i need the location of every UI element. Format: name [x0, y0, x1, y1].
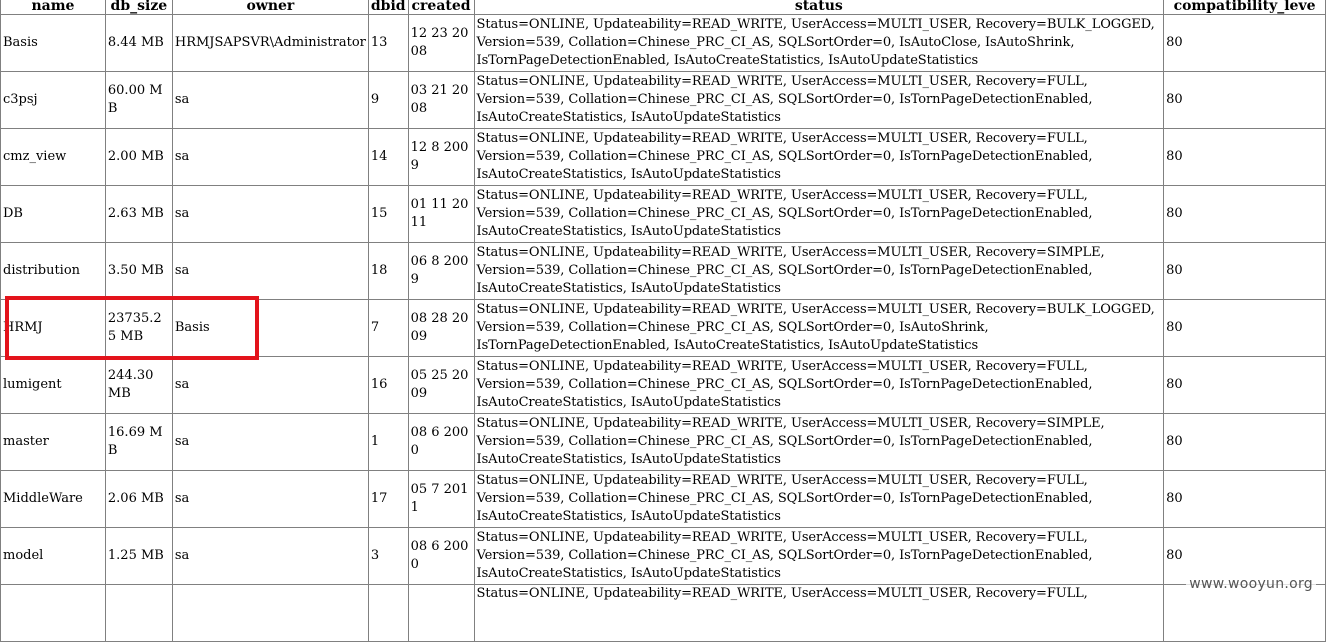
table-row: distribution 3.50 MB sa 18 06 8 2009 Sta… — [0, 242, 1326, 300]
table-row: master 16.69 MB sa 1 08 6 2000 Status=ON… — [0, 413, 1326, 471]
column-header-status: status — [473, 0, 1165, 15]
cell-owner: sa — [171, 242, 369, 300]
cell-status: Status=ONLINE, Updateability=READ_WRITE,… — [473, 527, 1165, 585]
cell-compatibility-level: 80 — [1163, 413, 1326, 471]
table-row: c3psj 60.00 MB sa 9 03 21 2008 Status=ON… — [0, 71, 1326, 129]
cell-created: 03 21 2008 — [407, 71, 475, 129]
column-header-created: created — [407, 0, 475, 15]
cell-status: Status=ONLINE, Updateability=READ_WRITE,… — [473, 71, 1165, 129]
table-row-highlighted: HRMJ 23735.25 MB Basis 7 08 28 2009 Stat… — [0, 299, 1326, 357]
cell-compatibility-level: 80 — [1163, 128, 1326, 186]
cell-name: master — [0, 413, 106, 471]
cell-status: Status=ONLINE, Updateability=READ_WRITE,… — [473, 242, 1165, 300]
cell-status: Status=ONLINE, Updateability=READ_WRITE,… — [473, 299, 1165, 357]
cell-created: 05 7 2011 — [407, 470, 475, 528]
cell-dbid: 3 — [367, 527, 409, 585]
cell-owner: sa — [171, 413, 369, 471]
cell-db-size: 1.25 MB — [104, 527, 173, 585]
cell-name: model — [0, 527, 106, 585]
cell-db-size — [104, 584, 173, 642]
cell-compatibility-level: 80 — [1163, 470, 1326, 528]
cell-name: Basis — [0, 14, 106, 72]
cell-compatibility-level: 80 — [1163, 185, 1326, 243]
cell-owner: sa — [171, 356, 369, 414]
cell-dbid: 17 — [367, 470, 409, 528]
cell-created: 08 6 2000 — [407, 527, 475, 585]
cell-owner: sa — [171, 185, 369, 243]
header-row: name db_size owner dbid created status c… — [0, 0, 1326, 15]
cell-created: 06 8 2009 — [407, 242, 475, 300]
cell-name: DB — [0, 185, 106, 243]
cell-owner: sa — [171, 527, 369, 585]
cell-dbid — [367, 584, 409, 642]
cell-db-size: 16.69 MB — [104, 413, 173, 471]
cell-owner: sa — [171, 128, 369, 186]
cell-name: HRMJ — [0, 299, 106, 357]
cell-name: distribution — [0, 242, 106, 300]
table-row: model 1.25 MB sa 3 08 6 2000 Status=ONLI… — [0, 527, 1326, 585]
cell-dbid: 1 — [367, 413, 409, 471]
cell-dbid: 13 — [367, 14, 409, 72]
table-row: MiddleWare 2.06 MB sa 17 05 7 2011 Statu… — [0, 470, 1326, 528]
cell-status: Status=ONLINE, Updateability=READ_WRITE,… — [473, 185, 1165, 243]
cell-db-size: 2.63 MB — [104, 185, 173, 243]
cell-created: 12 8 2009 — [407, 128, 475, 186]
column-header-dbid: dbid — [367, 0, 409, 15]
column-header-compatibility-level: compatibility_leve — [1163, 0, 1326, 15]
cell-dbid: 18 — [367, 242, 409, 300]
table-row: lumigent 244.30 MB sa 16 05 25 2009 Stat… — [0, 356, 1326, 414]
cell-created: 01 11 2011 — [407, 185, 475, 243]
cell-db-size: 244.30 MB — [104, 356, 173, 414]
cell-db-size: 3.50 MB — [104, 242, 173, 300]
cell-created: 08 28 2009 — [407, 299, 475, 357]
column-header-owner: owner — [171, 0, 369, 15]
cell-created: 05 25 2009 — [407, 356, 475, 414]
table-row: Basis 8.44 MB HRMJSAPSVR\Administrator 1… — [0, 14, 1326, 72]
cell-name: lumigent — [0, 356, 106, 414]
cell-db-size: 60.00 MB — [104, 71, 173, 129]
cell-dbid: 9 — [367, 71, 409, 129]
table-row-partial: Status=ONLINE, Updateability=READ_WRITE,… — [0, 584, 1326, 642]
cell-name — [0, 584, 106, 642]
cell-dbid: 16 — [367, 356, 409, 414]
cell-owner: sa — [171, 470, 369, 528]
cell-status: Status=ONLINE, Updateability=READ_WRITE,… — [473, 584, 1165, 642]
cell-name: MiddleWare — [0, 470, 106, 528]
cell-created: 08 6 2000 — [407, 413, 475, 471]
cell-dbid: 15 — [367, 185, 409, 243]
cell-compatibility-level — [1163, 584, 1326, 642]
cell-status: Status=ONLINE, Updateability=READ_WRITE,… — [473, 14, 1165, 72]
cell-db-size: 2.06 MB — [104, 470, 173, 528]
cell-compatibility-level: 80 — [1163, 356, 1326, 414]
table-row: DB 2.63 MB sa 15 01 11 2011 Status=ONLIN… — [0, 185, 1326, 243]
watermark: www.wooyun.org — [1186, 576, 1316, 592]
cell-created: 12 23 2008 — [407, 14, 475, 72]
cell-compatibility-level: 80 — [1163, 14, 1326, 72]
cell-name: c3psj — [0, 71, 106, 129]
cell-status: Status=ONLINE, Updateability=READ_WRITE,… — [473, 356, 1165, 414]
cell-db-size: 8.44 MB — [104, 14, 173, 72]
cell-owner: sa — [171, 71, 369, 129]
cell-dbid: 14 — [367, 128, 409, 186]
column-header-db-size: db_size — [104, 0, 173, 15]
cell-status: Status=ONLINE, Updateability=READ_WRITE,… — [473, 128, 1165, 186]
cell-compatibility-level: 80 — [1163, 71, 1326, 129]
cell-owner — [171, 584, 369, 642]
cell-created — [407, 584, 475, 642]
cell-db-size: 23735.25 MB — [104, 299, 173, 357]
cell-name: cmz_view — [0, 128, 106, 186]
cell-compatibility-level: 80 — [1163, 299, 1326, 357]
column-header-name: name — [0, 0, 106, 15]
cell-compatibility-level: 80 — [1163, 242, 1326, 300]
database-table: name db_size owner dbid created status c… — [0, 0, 1326, 642]
cell-dbid: 7 — [367, 299, 409, 357]
cell-owner: HRMJSAPSVR\Administrator — [171, 14, 369, 72]
cell-status: Status=ONLINE, Updateability=READ_WRITE,… — [473, 470, 1165, 528]
cell-db-size: 2.00 MB — [104, 128, 173, 186]
table-row: cmz_view 2.00 MB sa 14 12 8 2009 Status=… — [0, 128, 1326, 186]
cell-status: Status=ONLINE, Updateability=READ_WRITE,… — [473, 413, 1165, 471]
cell-owner: Basis — [171, 299, 369, 357]
